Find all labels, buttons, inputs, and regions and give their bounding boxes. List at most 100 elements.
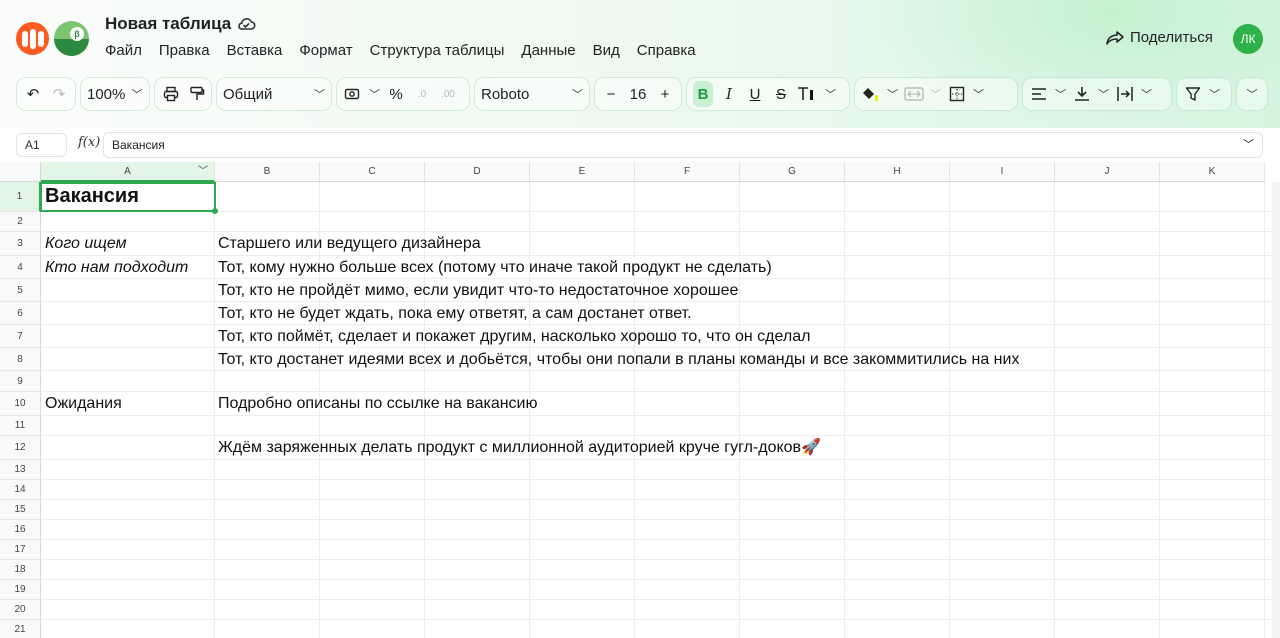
menu-insert[interactable]: Вставка [227,42,283,59]
redo-icon[interactable]: ↷ [49,81,69,107]
more-tools-button[interactable]: ﹀ [1236,77,1268,111]
column-header-e[interactable]: E [530,162,635,182]
row-header-6[interactable]: 6 [0,302,41,325]
chevron-down-icon[interactable]: ﹀ [198,162,208,182]
row-header-16[interactable]: 16 [0,520,41,540]
row-header-8[interactable]: 8 [0,348,41,371]
active-cell-selection[interactable] [40,182,218,214]
italic-button[interactable]: I [719,81,739,107]
chevron-down-icon[interactable]: ﹀ [887,86,898,102]
function-icon[interactable]: f(x) [78,135,100,150]
chevron-down-icon[interactable]: ﹀ [825,86,836,102]
row-header-5[interactable]: 5 [0,279,41,302]
row-header-4[interactable]: 4 [0,256,41,279]
number-format-select[interactable]: Общий ﹀ [216,77,332,111]
vertical-scrollbar[interactable] [1272,182,1280,638]
cell-b4[interactable]: Тот, кому нужно больше всех (потому что … [214,259,772,277]
menu-view[interactable]: Вид [593,42,620,59]
column-header-i[interactable]: I [950,162,1055,182]
chevron-down-icon[interactable]: ﹀ [930,86,941,102]
cell-b12[interactable]: Ждём заряженных делать продукт с миллион… [214,437,821,457]
chevron-down-icon[interactable]: ﹀ [973,86,984,102]
menu-data[interactable]: Данные [521,42,575,59]
menu-edit[interactable]: Правка [159,42,210,59]
cell-b3[interactable]: Старшего или ведущего дизайнера [214,235,481,253]
text-wrap-icon[interactable] [1115,81,1135,107]
formula-input[interactable]: Вакансия ﹀ [103,132,1263,158]
row-header-14[interactable]: 14 [0,480,41,500]
cell-a10[interactable]: Ожидания [41,395,122,413]
yandex-360-logo[interactable] [16,22,49,55]
share-button[interactable]: Поделиться [1106,29,1213,46]
tables-app-logo[interactable]: β [54,21,89,56]
chevron-down-icon[interactable]: ﹀ [369,86,380,102]
row-header-17[interactable]: 17 [0,540,41,560]
percent-button[interactable]: % [386,81,406,107]
underline-button[interactable]: U [745,81,765,107]
chevron-down-icon[interactable]: ﹀ [1141,86,1152,102]
decrease-decimals-button[interactable]: .0 [412,81,432,107]
column-header-a[interactable]: A ﹀ [41,162,215,182]
cell-reference-input[interactable]: A1 [16,133,67,157]
row-header-19[interactable]: 19 [0,580,41,600]
column-header-h[interactable]: H [845,162,950,182]
font-family-select[interactable]: Roboto ﹀ [474,77,590,111]
cell-b10[interactable]: Подробно описаны по ссылке на вакансию [214,395,538,413]
document-title[interactable]: Новая таблица [105,14,231,34]
cell-a3[interactable]: Кого ищем [41,235,127,253]
font-size-decrease-button[interactable]: − [601,81,621,107]
column-header-g[interactable]: G [740,162,845,182]
strikethrough-button[interactable]: S [771,81,791,107]
row-header-15[interactable]: 15 [0,500,41,520]
text-color-icon[interactable] [797,81,819,107]
row-header-1[interactable]: 1 [0,182,41,212]
column-header-k[interactable]: K [1160,162,1265,182]
filter-icon[interactable] [1183,81,1203,107]
row-header-21[interactable]: 21 [0,620,41,638]
print-icon[interactable] [161,81,181,107]
bold-button[interactable]: B [693,81,713,107]
cell-b8[interactable]: Тот, кто достанет идеями всех и добьётся… [214,351,1019,369]
row-header-13[interactable]: 13 [0,460,41,480]
menu-table-structure[interactable]: Структура таблицы [370,42,505,59]
chevron-down-icon[interactable]: ﹀ [1055,86,1066,102]
column-header-b[interactable]: B [215,162,320,182]
chevron-down-icon[interactable]: ﹀ [1098,86,1109,102]
row-header-2[interactable]: 2 [0,212,41,232]
menu-help[interactable]: Справка [637,42,696,59]
merge-cells-icon[interactable] [904,81,924,107]
cell-b7[interactable]: Тот, кто поймёт, сделает и покажет други… [214,328,810,346]
cell-a4[interactable]: Кто нам подходит [41,259,188,277]
menu-format[interactable]: Формат [299,42,352,59]
zoom-select[interactable]: 100% ﹀ [80,77,150,111]
row-header-9[interactable]: 9 [0,371,41,392]
font-size-value[interactable]: 16 [630,86,647,103]
paint-format-icon[interactable] [187,81,207,107]
row-header-20[interactable]: 20 [0,600,41,620]
menu-file[interactable]: Файл [105,42,142,59]
column-header-f[interactable]: F [635,162,740,182]
cell-b5[interactable]: Тот, кто не пройдёт мимо, если увидит чт… [214,282,738,300]
font-size-increase-button[interactable]: + [655,81,675,107]
undo-icon[interactable]: ↶ [23,81,43,107]
avatar[interactable]: ЛК [1233,24,1263,54]
cell-b6[interactable]: Тот, кто не будет ждать, пока ему ответя… [214,305,692,323]
column-header-j[interactable]: J [1055,162,1160,182]
vertical-align-icon[interactable] [1072,81,1092,107]
row-header-10[interactable]: 10 [0,392,41,416]
row-header-11[interactable]: 11 [0,416,41,436]
row-header-7[interactable]: 7 [0,325,41,348]
row-header-3[interactable]: 3 [0,232,41,256]
fill-color-icon[interactable] [861,81,881,107]
increase-decimals-button[interactable]: .00 [438,81,458,107]
column-header-d[interactable]: D [425,162,530,182]
row-header-18[interactable]: 18 [0,560,41,580]
chevron-down-icon[interactable]: ﹀ [1243,133,1254,157]
select-all-corner[interactable] [0,162,41,182]
horizontal-align-icon[interactable] [1029,81,1049,107]
column-header-c[interactable]: C [320,162,425,182]
row-header-12[interactable]: 12 [0,436,41,460]
filter-group[interactable]: ﹀ [1176,77,1232,111]
currency-icon[interactable] [343,81,363,107]
borders-icon[interactable] [947,81,967,107]
